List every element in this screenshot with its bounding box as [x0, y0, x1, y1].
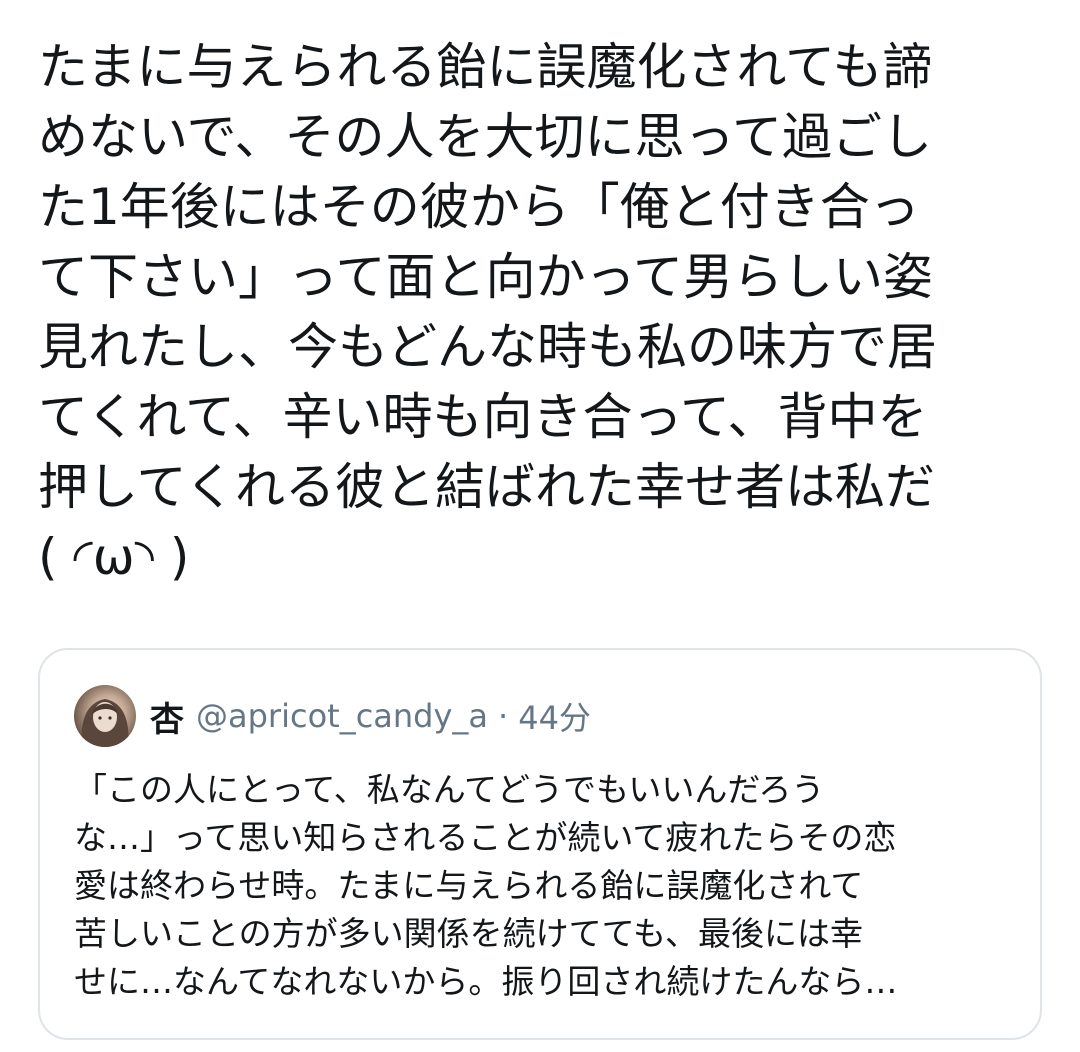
- tweet-text-line: てくれて、辛い時も向き合って、背中を: [38, 388, 928, 446]
- quoted-tweet-line: 「この人にとって、私なんてどうでもいいんだろう: [74, 770, 825, 809]
- quoted-tweet-line: な…」って思い知らされることが続いて疲れたらその恋: [74, 818, 897, 857]
- quoted-tweet-header: 杏 @apricot_candy_a · 44分: [74, 684, 591, 748]
- quoted-tweet-line: 愛は終わらせ時。たまに与えられる飴に誤魔化されて: [74, 866, 864, 905]
- quoted-tweet-line: 苦しいことの方が多い関係を続けてても、最後には幸: [74, 914, 864, 953]
- separator-dot: ·: [498, 697, 509, 735]
- tweet-text: たまに与えられる飴に誤魔化されても諦 めないで、その人を大切に思って過ごし た1…: [38, 32, 1048, 592]
- quoted-tweet-card[interactable]: 杏 @apricot_candy_a · 44分 「この人にとって、私なんてどう…: [38, 648, 1042, 1040]
- tweet-text-line: 押してくれる彼と結ばれた幸せ者は私だ: [38, 458, 935, 516]
- tweet-text-line: て下さい」って面と向かって男らしい姿: [38, 248, 933, 306]
- quoted-tweet-time[interactable]: 44分: [518, 693, 591, 739]
- user-avatar-icon[interactable]: [74, 685, 136, 747]
- quoted-tweet-line: せに…なんてなれないから。振り回され続けたんなら…: [74, 962, 898, 1001]
- tweet-text-line: た1年後にはその彼から「俺と付き合っ: [38, 178, 920, 236]
- tweet-text-line: たまに与えられる飴に誤魔化されても諦: [38, 38, 933, 96]
- quoted-tweet-text: 「この人にとって、私なんてどうでもいいんだろう な…」って思い知らされることが続…: [74, 766, 1014, 1006]
- quoted-user-name[interactable]: 杏: [150, 692, 184, 741]
- tweet-text-line: めないで、その人を大切に思って過ごし: [38, 108, 932, 166]
- tweet-text-line: ( ◜ω◝ ): [38, 528, 190, 586]
- quoted-user-handle[interactable]: @apricot_candy_a: [196, 697, 488, 735]
- tweet-text-line: 見れたし、今もどんな時も私の味方で居: [38, 318, 937, 376]
